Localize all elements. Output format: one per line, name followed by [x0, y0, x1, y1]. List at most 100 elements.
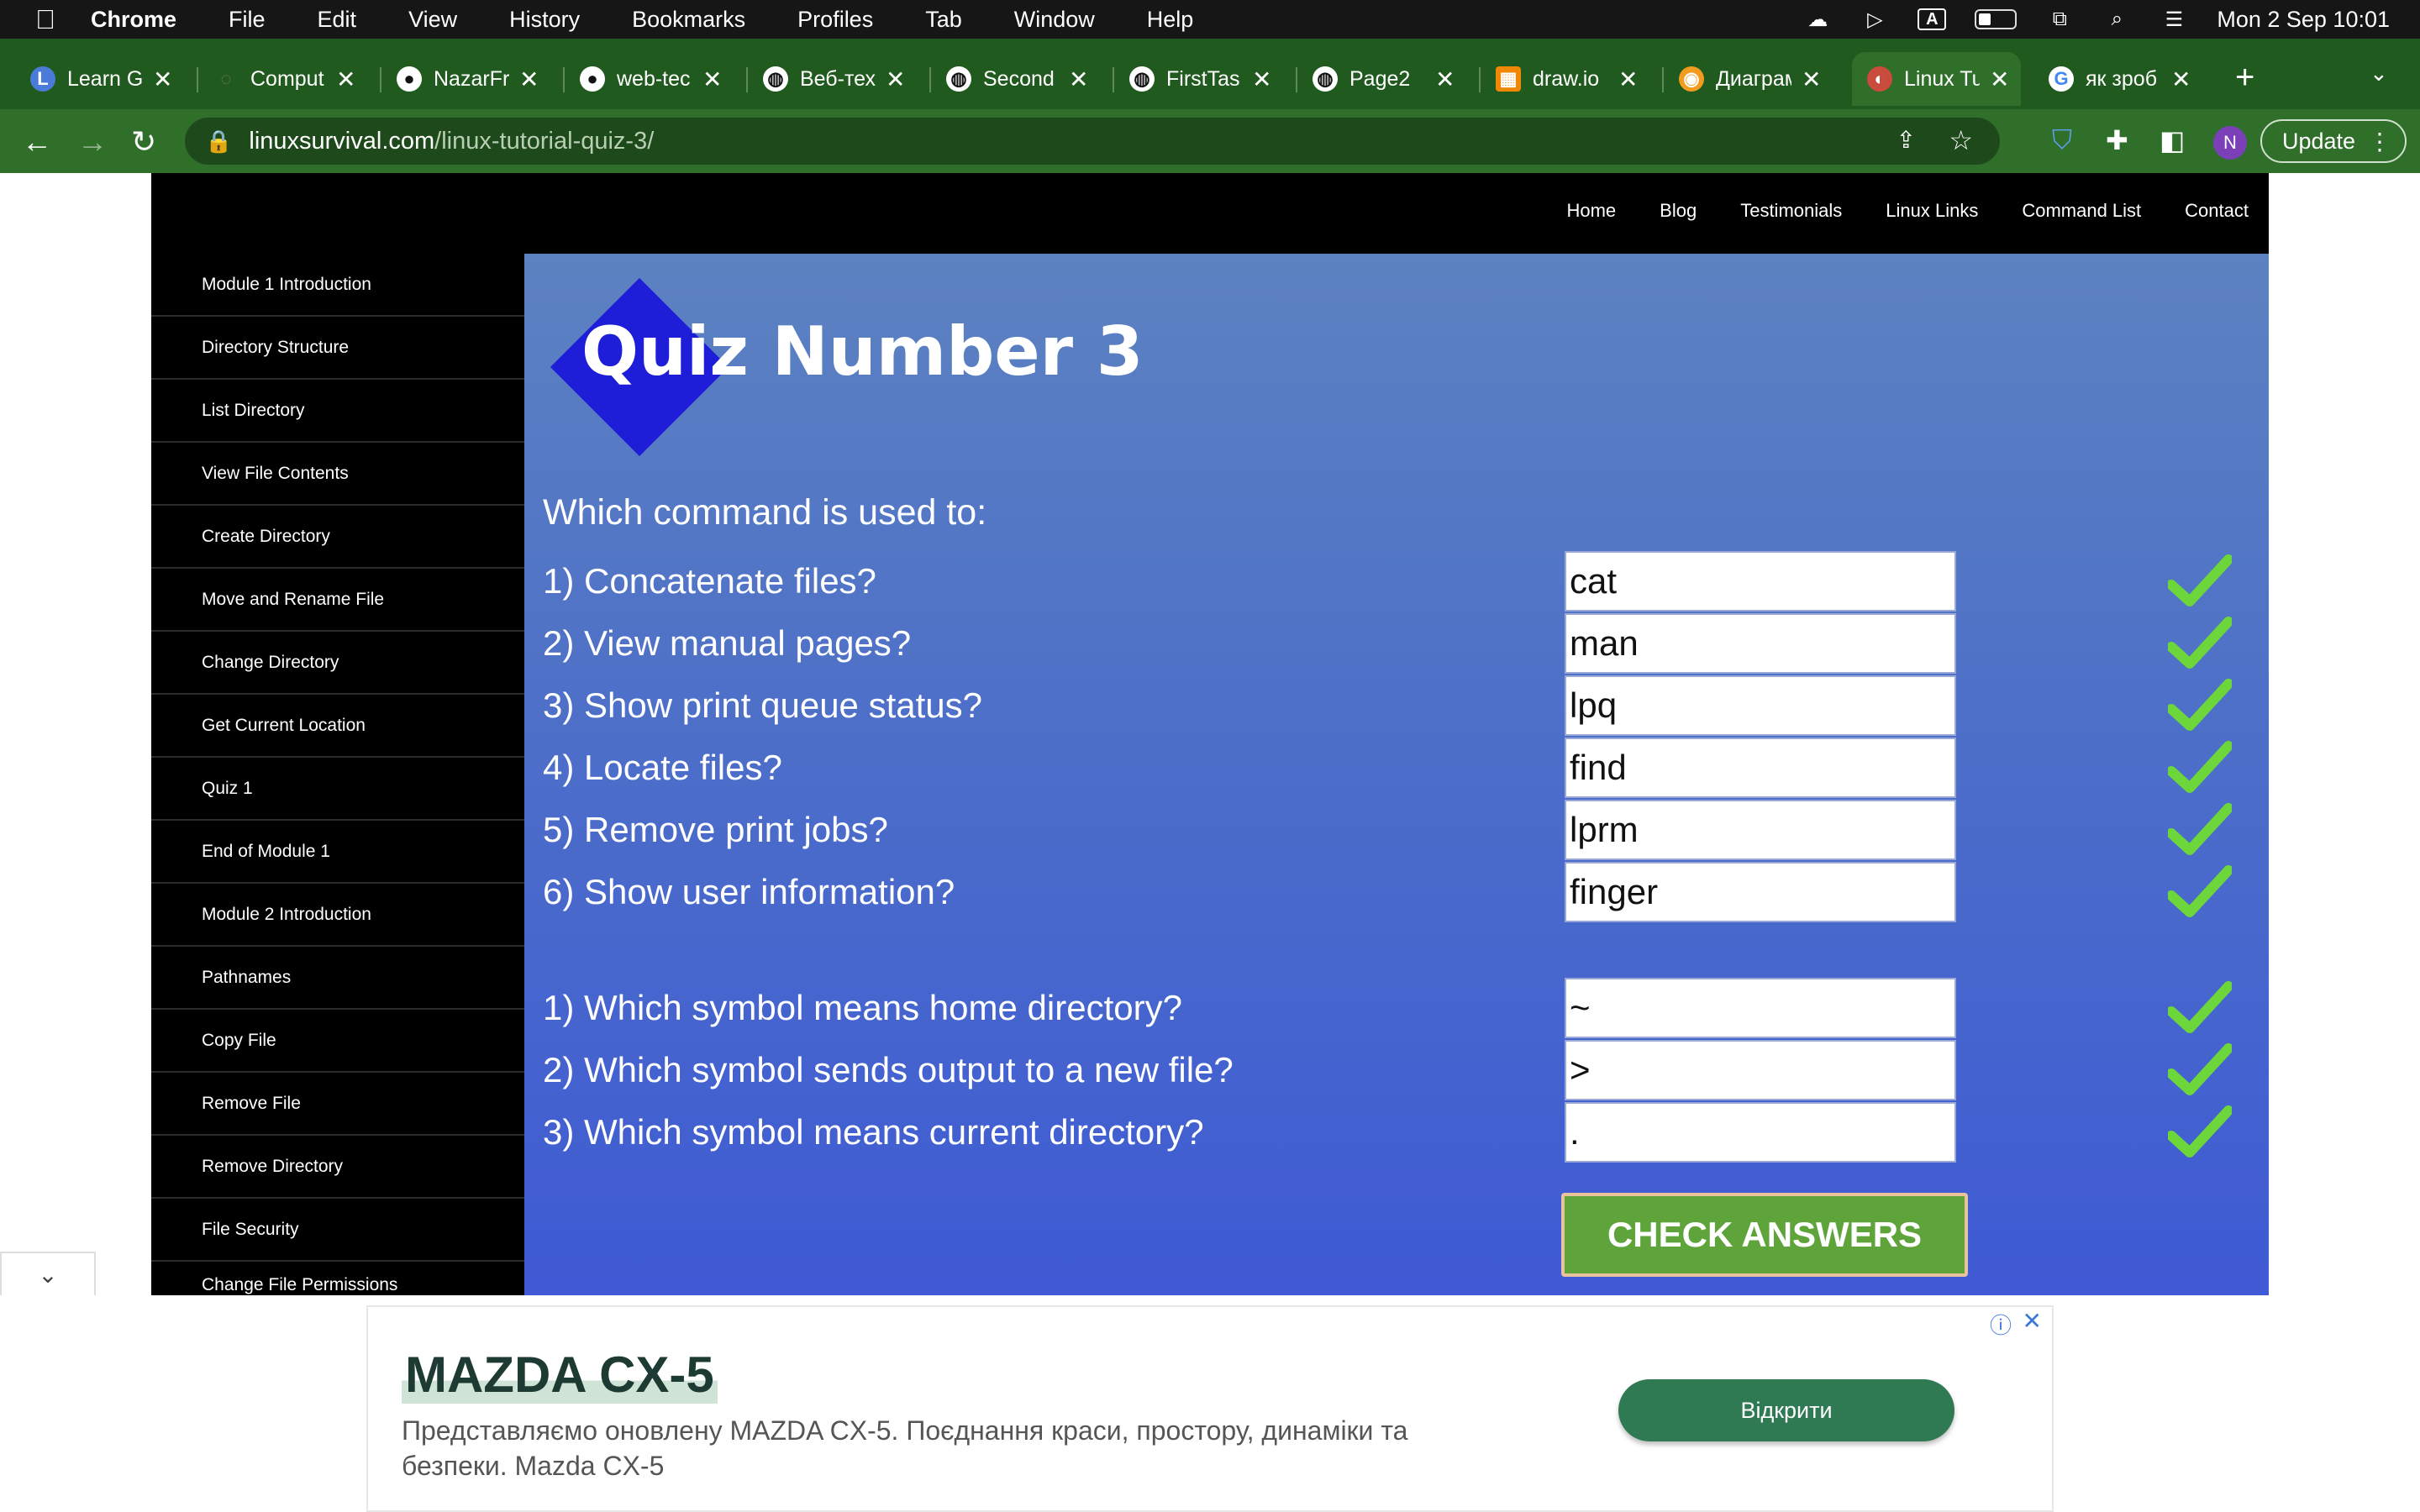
side-panel-icon[interactable]: ◧ [2160, 124, 2185, 156]
tab-4[interactable]: ◍ Веб-тех ✕ [763, 52, 905, 106]
tab-10-active[interactable]: ◐ Linux Tu ✕ [1852, 52, 2022, 106]
tab-close-icon[interactable]: ✕ [153, 66, 172, 93]
nav-blog[interactable]: Blog [1660, 200, 1697, 222]
menu-bookmarks[interactable]: Bookmarks [632, 7, 771, 33]
tab-close-icon[interactable]: ✕ [1618, 66, 1638, 93]
tab-7[interactable]: ◍ Page2 ✕ [1313, 52, 1455, 106]
share-icon[interactable]: ⇪ [1897, 126, 1916, 154]
menu-window[interactable]: Window [1014, 7, 1120, 33]
check-answers-button[interactable]: CHECK ANSWERS [1561, 1193, 1968, 1277]
answer-input[interactable]: man [1565, 613, 1956, 674]
nav-contact[interactable]: Contact [2185, 200, 2249, 222]
tab-8[interactable]: ▦ draw.io ✕ [1496, 52, 1638, 106]
tab-11[interactable]: G як зроб ✕ [2049, 52, 2191, 106]
input-source-icon[interactable]: A [1918, 8, 1947, 30]
menu-history[interactable]: History [509, 7, 605, 33]
sidebar-item-change-file-permissions[interactable]: Change File Permissions [151, 1262, 524, 1295]
ad-open-button[interactable]: Відкрити [1618, 1379, 1954, 1441]
tab-search-chevron-icon[interactable]: ⌄ [2370, 60, 2388, 87]
tab-close-icon[interactable]: ✕ [1990, 66, 2009, 93]
tab-close-icon[interactable]: ✕ [2171, 66, 2191, 93]
sidebar-item-pathnames[interactable]: Pathnames [151, 947, 524, 1010]
answer-input[interactable]: find [1565, 738, 1956, 798]
tab-close-icon[interactable]: ✕ [702, 66, 722, 93]
answer-input[interactable]: finger [1565, 862, 1956, 922]
play-circle-icon[interactable]: ▷ [1860, 8, 1889, 31]
nav-command-list[interactable]: Command List [2022, 200, 2141, 222]
menubar-clock[interactable]: Mon 2 Sep 10:01 [2217, 7, 2390, 33]
answer-input[interactable]: lprm [1565, 800, 1956, 860]
symbol-answer-input[interactable]: . [1565, 1102, 1956, 1163]
sidebar-item-view-file-contents[interactable]: View File Contents [151, 443, 524, 506]
creative-cloud-icon[interactable]: ☁ [1803, 8, 1832, 31]
sidebar-item-module-1-introduction[interactable]: Module 1 Introduction [151, 254, 524, 317]
sidebar-item-module-2-introduction[interactable]: Module 2 Introduction [151, 884, 524, 947]
sidebar-item-directory-structure[interactable]: Directory Structure [151, 317, 524, 380]
nav-testimonials[interactable]: Testimonials [1740, 200, 1842, 222]
menu-file[interactable]: File [229, 7, 291, 33]
tab-separator [1113, 67, 1114, 92]
address-bar[interactable]: 🔒 linuxsurvival.com /linux-tutorial-quiz… [185, 118, 2000, 165]
tab-separator [929, 67, 931, 92]
extensions-puzzle-icon[interactable]: ✚ [2106, 124, 2128, 156]
forward-arrow-icon[interactable]: → [77, 124, 108, 160]
sidebar-item-remove-directory[interactable]: Remove Directory [151, 1136, 524, 1199]
menu-tab[interactable]: Tab [925, 7, 987, 33]
profile-avatar[interactable]: N [2213, 126, 2247, 160]
menu-help[interactable]: Help [1147, 7, 1219, 33]
menu-view[interactable]: View [408, 7, 482, 33]
bookmark-star-icon[interactable]: ☆ [1949, 124, 1973, 156]
tab-6[interactable]: ◍ FirstTas ✕ [1129, 52, 1271, 106]
spotlight-search-icon[interactable]: ⌕ [2102, 8, 2131, 30]
tab-close-icon[interactable]: ✕ [1435, 66, 1455, 93]
sidebar-item-file-security[interactable]: File Security [151, 1199, 524, 1262]
tab-close-icon[interactable]: ✕ [336, 66, 355, 93]
answer-input[interactable]: lpq [1565, 675, 1956, 736]
lock-icon[interactable]: 🔒 [205, 129, 232, 155]
sidebar-item-create-directory[interactable]: Create Directory [151, 506, 524, 569]
sidebar-item-move-and-rename-file[interactable]: Move and Rename File [151, 569, 524, 632]
tab-close-icon[interactable]: ✕ [1252, 66, 1271, 93]
more-menu-icon[interactable]: ⋮ [2368, 128, 2391, 155]
tab-5[interactable]: ◍ Second ✕ [946, 52, 1088, 106]
sidebar-item-end-of-module-1[interactable]: End of Module 1 [151, 821, 524, 884]
tab-close-icon[interactable]: ✕ [1069, 66, 1088, 93]
apple-menu-icon[interactable]:  [0, 4, 91, 35]
tab-3[interactable]: ● web-tec ✕ [580, 52, 722, 106]
tab-2[interactable]: ● NazarFr ✕ [397, 52, 539, 106]
tab-close-icon[interactable]: ✕ [1802, 66, 1821, 93]
sidebar-item-get-current-location[interactable]: Get Current Location [151, 695, 524, 758]
ad-info-icon[interactable]: ⓘ [1990, 1309, 2012, 1340]
reload-icon[interactable]: ↻ [131, 124, 156, 160]
symbol-answer-input[interactable]: ~ [1565, 978, 1956, 1038]
ad-title[interactable]: MAZDA CX-5 [402, 1346, 718, 1404]
menu-edit[interactable]: Edit [318, 7, 382, 33]
collapse-ad-chevron-icon[interactable]: ⌄ [0, 1252, 96, 1295]
shield-extension-icon[interactable]: ⛉ [2052, 124, 2072, 156]
new-tab-plus-icon[interactable]: + [2235, 59, 2254, 97]
sidebar-item-copy-file[interactable]: Copy File [151, 1010, 524, 1073]
menu-profiles[interactable]: Profiles [797, 7, 898, 33]
sidebar-item-change-directory[interactable]: Change Directory [151, 632, 524, 695]
sidebar-item-list-directory[interactable]: List Directory [151, 380, 524, 443]
update-button[interactable]: Update ⋮ [2260, 119, 2407, 163]
answer-input[interactable]: cat [1565, 551, 1956, 612]
screen-mirroring-icon[interactable]: ⧉ [2045, 8, 2074, 30]
sidebar-item-remove-file[interactable]: Remove File [151, 1073, 524, 1136]
advertisement-banner[interactable]: MAZDA CX-5 Представляємо оновлену MAZDA … [366, 1305, 2054, 1512]
tab-separator [1296, 67, 1297, 92]
menu-app-chrome[interactable]: Chrome [91, 7, 202, 33]
nav-home[interactable]: Home [1566, 200, 1616, 222]
tab-close-icon[interactable]: ✕ [519, 66, 539, 93]
sidebar-item-quiz-1[interactable]: Quiz 1 [151, 758, 524, 821]
control-center-icon[interactable]: ☰ [2160, 8, 2188, 31]
tab-0[interactable]: L Learn G ✕ [30, 52, 172, 106]
ad-close-icon[interactable]: ✕ [2023, 1307, 2042, 1335]
battery-icon[interactable] [1975, 9, 2018, 29]
tab-1[interactable]: ◌ Comput ✕ [213, 52, 355, 106]
tab-9[interactable]: ◉ Диаграм ✕ [1679, 52, 1821, 106]
back-arrow-icon[interactable]: ← [22, 124, 52, 160]
tab-close-icon[interactable]: ✕ [886, 66, 905, 93]
nav-linux-links[interactable]: Linux Links [1886, 200, 1978, 222]
symbol-answer-input[interactable]: > [1565, 1040, 1956, 1100]
